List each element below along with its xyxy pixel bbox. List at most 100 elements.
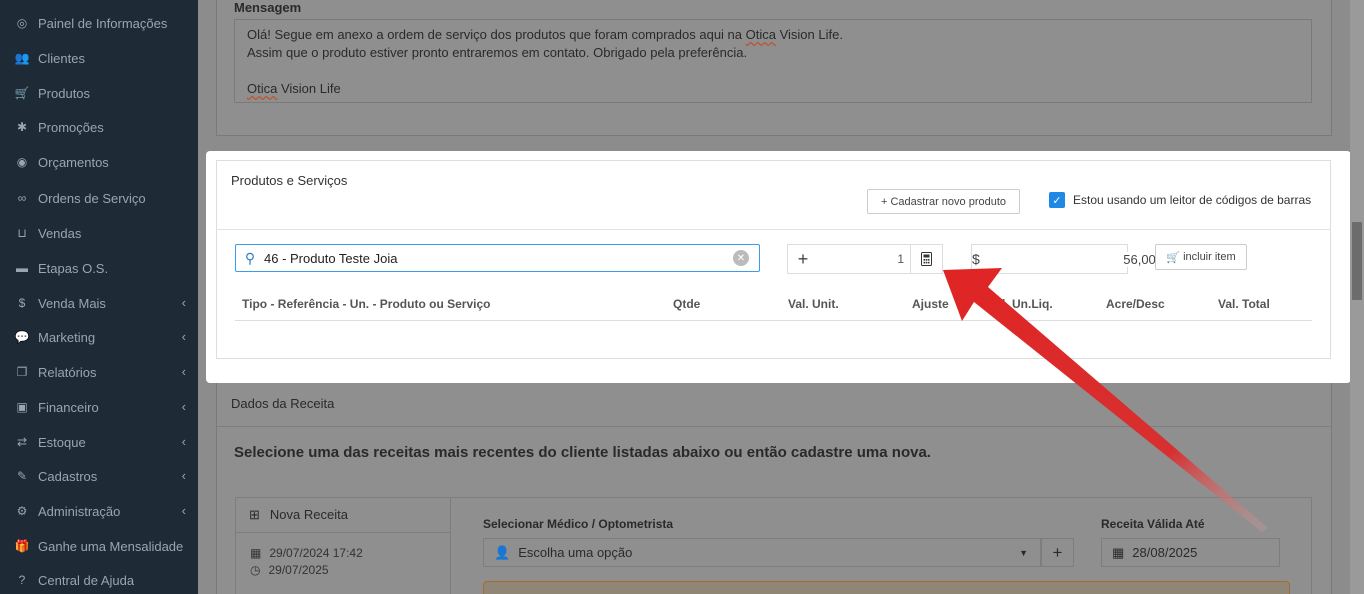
message-textarea[interactable]: Olá! Segue em anexo a ordem de serviço d… [234, 19, 1312, 103]
doctor-select[interactable]: 👤 Escolha uma opção ▼ [483, 538, 1041, 567]
products-title: Produtos e Serviços [231, 173, 348, 188]
message-line4: Otica Vision Life [247, 81, 341, 96]
chevron-left-icon: ‹ [181, 295, 186, 310]
cash-icon: ▬ [16, 261, 28, 275]
plus-icon[interactable]: + [788, 249, 818, 270]
nova-receita-tab[interactable]: ⊞ Nova Receita [235, 497, 451, 533]
add-doctor-button[interactable]: + [1041, 538, 1074, 567]
message-label: Mensagem [234, 0, 302, 15]
basket-icon: ⊔ [17, 226, 27, 240]
chevron-left-icon: ‹ [181, 503, 186, 518]
scroll-thumb[interactable] [1352, 222, 1362, 300]
gift-icon: 🎁 [14, 539, 30, 553]
col-add-discount: Acre/Desc [1106, 297, 1165, 311]
sidebar-item-label: Etapas O.S. [38, 260, 109, 276]
calendar-icon: ▦ [1112, 544, 1125, 560]
include-item-button[interactable]: 🛒 incluir item [1155, 244, 1247, 270]
sidebar-item-label: Ordens de Serviço [38, 190, 146, 206]
quantity-stepper[interactable]: + [787, 244, 943, 274]
edit-icon: ✎ [16, 469, 28, 483]
sidebar-item-label: Ganhe uma Mensalidade [38, 538, 184, 554]
col-adjust: Ajuste [912, 297, 949, 311]
sidebar-item-9[interactable]: 💬 Marketing ‹ [0, 320, 198, 354]
money-icon: ▣ [16, 400, 28, 414]
sidebar-item-1[interactable]: 👥 Clientes [0, 41, 198, 75]
doctor-label: Selecionar Médico / Optometrista [483, 517, 674, 531]
users-icon: 👥 [14, 51, 30, 65]
sidebar-item-3[interactable]: ✱ Promoções [0, 110, 198, 144]
sidebar-item-label: Financeiro [38, 399, 99, 415]
quantity-input[interactable] [818, 252, 910, 266]
message-line2: Assim que o produto estiver pronto entra… [247, 45, 748, 60]
calendar-icon: ▦ [250, 546, 262, 560]
dollar-icon: $ [18, 296, 26, 310]
checkbox-checked-icon[interactable]: ✓ [1049, 192, 1065, 208]
receita-date-created: ▦ 29/07/2024 17:42 [250, 546, 363, 560]
sidebar-item-4[interactable]: ◉ Orçamentos [0, 145, 198, 179]
col-product: Tipo - Referência - Un. - Produto ou Ser… [242, 297, 491, 311]
sidebar-item-10[interactable]: ❐ Relatórios ‹ [0, 355, 198, 389]
sidebar-item-label: Orçamentos [38, 154, 109, 170]
sidebar-item-8[interactable]: $ Venda Mais ‹ [0, 286, 198, 320]
sidebar-item-label: Relatórios [38, 364, 97, 380]
cart-icon: 🛒 [14, 86, 30, 100]
chevron-left-icon: ‹ [181, 468, 186, 483]
sidebar: ◎ Painel de Informações 👥 Clientes 🛒 Produtos… [0, 0, 198, 594]
sidebar-item-label: Produtos [38, 85, 91, 101]
col-unit-value: Val. Unit. [788, 297, 839, 311]
col-net-unit-value: Val. Un.Liq. [988, 297, 1053, 311]
glasses-icon: ∞ [17, 191, 27, 205]
products-divider [216, 229, 1331, 230]
page-scrollbar[interactable] [1350, 0, 1364, 594]
barcode-toggle[interactable]: ✓ Estou usando um leitor de códigos de b… [1049, 192, 1311, 208]
sidebar-item-label: Venda Mais [38, 295, 106, 311]
sidebar-item-14[interactable]: ⚙ Administração ‹ [0, 494, 198, 528]
barcode-label: Estou usando um leitor de códigos de bar… [1073, 193, 1312, 207]
chevron-left-icon: ‹ [181, 434, 186, 449]
search-icon: ⚲ [244, 249, 256, 266]
sidebar-item-label: Clientes [38, 50, 85, 66]
col-total: Val. Total [1218, 297, 1270, 311]
currency-symbol: $ [972, 251, 980, 267]
sidebar-item-11[interactable]: ▣ Financeiro ‹ [0, 390, 198, 424]
sidebar-item-label: Estoque [38, 434, 86, 450]
sidebar-item-label: Promoções [38, 119, 104, 135]
cogs-icon: ⚙ [16, 504, 28, 518]
sidebar-item-7[interactable]: ▬ Etapas O.S. [0, 251, 198, 285]
grid-icon: ⊞ [249, 506, 260, 522]
receita-title: Dados da Receita [231, 396, 335, 411]
nova-receita-label: Nova Receita [269, 507, 348, 522]
copy-icon: ❐ [16, 365, 28, 379]
sidebar-item-label: Vendas [38, 225, 82, 241]
calculator-icon[interactable] [910, 245, 942, 273]
new-product-button[interactable]: + Cadastrar novo produto [867, 189, 1020, 214]
receita-date-valid: ◷ 29/07/2025 [250, 563, 329, 577]
caret-down-icon: ▼ [1019, 547, 1028, 558]
coins-icon: ◉ [16, 155, 28, 169]
product-search-input[interactable] [264, 250, 733, 266]
sidebar-item-16[interactable]: ? Central de Ajuda [0, 563, 198, 594]
sidebar-item-0[interactable]: ◎ Painel de Informações [0, 6, 198, 40]
sidebar-item-13[interactable]: ✎ Cadastros ‹ [0, 459, 198, 493]
sidebar-item-label: Marketing [38, 329, 96, 345]
sidebar-item-6[interactable]: ⊔ Vendas [0, 216, 198, 250]
comments-icon: 💬 [14, 330, 30, 344]
valid-until-input[interactable]: ▦ 28/08/2025 [1101, 538, 1280, 567]
sidebar-item-5[interactable]: ∞ Ordens de Serviço [0, 181, 198, 215]
chevron-left-icon: ‹ [181, 399, 186, 414]
sidebar-item-15[interactable]: 🎁 Ganhe uma Mensalidade [0, 529, 198, 563]
warning-box [483, 581, 1290, 594]
price-field[interactable]: $ [971, 244, 1168, 274]
sidebar-item-label: Cadastros [38, 468, 98, 484]
sidebar-item-2[interactable]: 🛒 Produtos [0, 76, 198, 110]
asterisk-icon: ✱ [16, 120, 28, 134]
product-search[interactable]: ⚲ ✕ [235, 244, 760, 272]
clear-icon[interactable]: ✕ [733, 250, 749, 266]
price-input[interactable] [979, 251, 1168, 267]
clock-icon: ◷ [250, 563, 261, 577]
sidebar-item-12[interactable]: ⇄ Estoque ‹ [0, 425, 198, 459]
col-qty: Qtde [673, 297, 701, 311]
help-icon: ? [18, 573, 26, 587]
cart-plus-icon: 🛒 [1166, 251, 1181, 264]
sidebar-item-label: Central de Ajuda [38, 572, 135, 588]
